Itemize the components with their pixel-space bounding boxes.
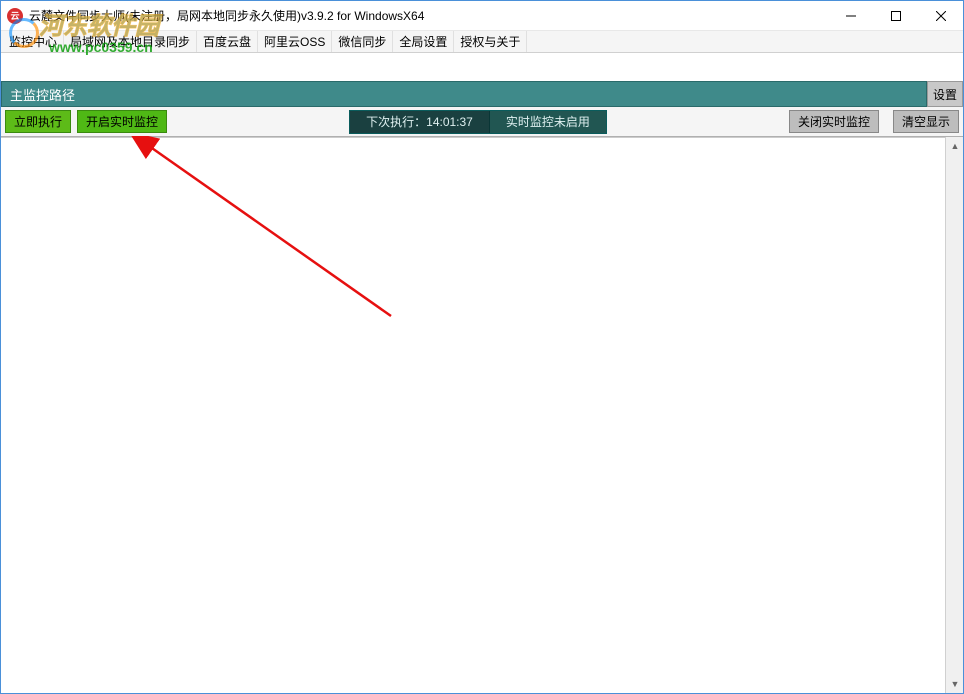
start-monitor-button[interactable]: 开启实时监控 [77,110,167,133]
run-now-button[interactable]: 立即执行 [5,110,71,133]
menu-lan-sync[interactable]: 局域网及本地目录同步 [64,31,197,52]
menu-baidu[interactable]: 百度云盘 [197,31,258,52]
menu-monitor-center[interactable]: 监控中心 [3,31,64,52]
log-area [1,137,945,693]
content-area: ▲ ▼ [1,137,963,693]
menu-global-settings[interactable]: 全局设置 [393,31,454,52]
minimize-button[interactable] [828,1,873,31]
scroll-down-arrow[interactable]: ▼ [946,675,964,693]
app-icon: 云 [7,8,23,24]
settings-button[interactable]: 设置 [927,81,963,107]
titlebar: 云 云麓文件同步大师(未注册，局网本地同步永久使用)v3.9.2 for Win… [1,1,963,31]
vertical-scrollbar[interactable]: ▲ ▼ [945,137,963,693]
blank-strip [1,53,963,81]
toolbar-right-group: 关闭实时监控 清空显示 [789,110,959,133]
path-row: 主监控路径 设置 [1,81,963,107]
close-button[interactable] [918,1,963,31]
stop-monitor-button[interactable]: 关闭实时监控 [789,110,879,133]
menu-aliyun[interactable]: 阿里云OSS [258,31,332,52]
menu-wechat[interactable]: 微信同步 [332,31,393,52]
maximize-button[interactable] [873,1,918,31]
menu-about[interactable]: 授权与关于 [454,31,527,52]
scroll-up-arrow[interactable]: ▲ [946,137,964,155]
next-run-time: 14:01:37 [426,115,473,129]
clear-display-button[interactable]: 清空显示 [893,110,959,133]
window-controls [828,1,963,31]
next-run-label: 下次执行： [366,113,426,130]
main-monitor-path-label: 主监控路径 [1,81,927,107]
monitor-status: 实时监控未启用 [490,111,606,133]
status-group: 下次执行：14:01:37 实时监控未启用 [349,110,607,134]
next-run-status: 下次执行：14:01:37 [350,111,490,133]
window-title: 云麓文件同步大师(未注册，局网本地同步永久使用)v3.9.2 for Windo… [29,7,424,24]
menubar: 监控中心 局域网及本地目录同步 百度云盘 阿里云OSS 微信同步 全局设置 授权… [1,31,963,53]
toolbar: 立即执行 开启实时监控 下次执行：14:01:37 实时监控未启用 关闭实时监控… [1,107,963,137]
application-window: 云 云麓文件同步大师(未注册，局网本地同步永久使用)v3.9.2 for Win… [0,0,964,694]
